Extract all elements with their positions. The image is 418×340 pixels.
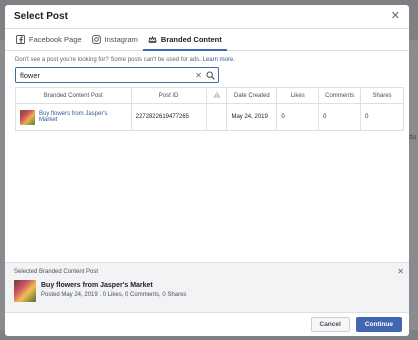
instagram-icon [91, 35, 101, 44]
post-title-link[interactable]: Buy flowers from Jasper's Market [39, 111, 127, 123]
tab-branded-content[interactable]: Branded Content [142, 29, 227, 51]
post-cell: Buy flowers from Jasper's Market [15, 103, 132, 131]
tab-label: Instagram [104, 35, 138, 44]
posts-table: Branded Content Post Post ID Date Create… [15, 87, 404, 131]
modal-header: Select Post ✕ [5, 5, 409, 29]
shares-cell: 0 [360, 103, 404, 131]
modal-footer: Cancel Continue [5, 312, 409, 336]
modal-title: Select Post [14, 11, 68, 22]
search-input[interactable] [20, 69, 196, 81]
tab-facebook-page[interactable]: Facebook Page [11, 29, 87, 50]
tab-label: Branded Content [160, 35, 222, 44]
warning-cell [205, 103, 228, 131]
selected-post-meta: Posted May 24, 2019 . 0 Likes, 0 Comment… [41, 292, 187, 298]
branded-content-icon [148, 35, 157, 44]
source-tabs: Facebook Page Instagram Branded Content [5, 29, 409, 51]
deselect-close-icon[interactable]: ✕ [397, 267, 404, 276]
tab-instagram[interactable]: Instagram [87, 29, 143, 50]
help-text-message: Don't see a post you're looking for? Som… [15, 57, 201, 63]
warning-icon [212, 91, 221, 98]
column-header-date[interactable]: Date Created [226, 87, 278, 104]
post-id-cell: 2272822619477265 [130, 103, 207, 131]
selected-post-heading: Selected Branded Content Post [14, 269, 99, 275]
cancel-button[interactable]: Cancel [310, 317, 350, 332]
background-card [409, 40, 418, 330]
column-header-post[interactable]: Branded Content Post [15, 87, 132, 104]
date-cell: May 24, 2019 [226, 103, 278, 131]
selected-post-name: Buy flowers from Jasper's Market [41, 282, 153, 289]
post-thumbnail [20, 109, 35, 125]
column-header-warning [205, 87, 228, 104]
table-row[interactable]: Buy flowers from Jasper's Market 2272822… [15, 103, 404, 131]
table-header-row: Branded Content Post Post ID Date Create… [15, 87, 404, 104]
comments-cell: 0 [318, 103, 362, 131]
facebook-icon [16, 35, 25, 44]
select-post-modal: Select Post ✕ Facebook Page Instagram Br… [5, 5, 409, 336]
clear-icon[interactable]: ✕ [195, 71, 202, 80]
likes-cell: 0 [276, 103, 320, 131]
column-header-likes[interactable]: Likes [276, 87, 320, 104]
column-header-comments[interactable]: Comments [318, 87, 362, 104]
column-header-shares[interactable]: Shares [360, 87, 404, 104]
selected-post-panel: Selected Branded Content Post ✕ Buy flow… [5, 262, 409, 312]
tab-label: Facebook Page [29, 35, 82, 44]
continue-button[interactable]: Continue [355, 317, 402, 332]
help-text: Don't see a post you're looking for? Som… [15, 57, 399, 63]
close-icon[interactable]: ✕ [391, 11, 400, 22]
search-box: ✕ [15, 67, 219, 83]
search-icon[interactable] [205, 69, 215, 81]
column-header-post-id[interactable]: Post ID [130, 87, 207, 104]
tab-content: Don't see a post you're looking for? Som… [5, 51, 409, 131]
selected-post-thumbnail [14, 280, 36, 302]
learn-more-link[interactable]: Learn more. [203, 57, 235, 63]
